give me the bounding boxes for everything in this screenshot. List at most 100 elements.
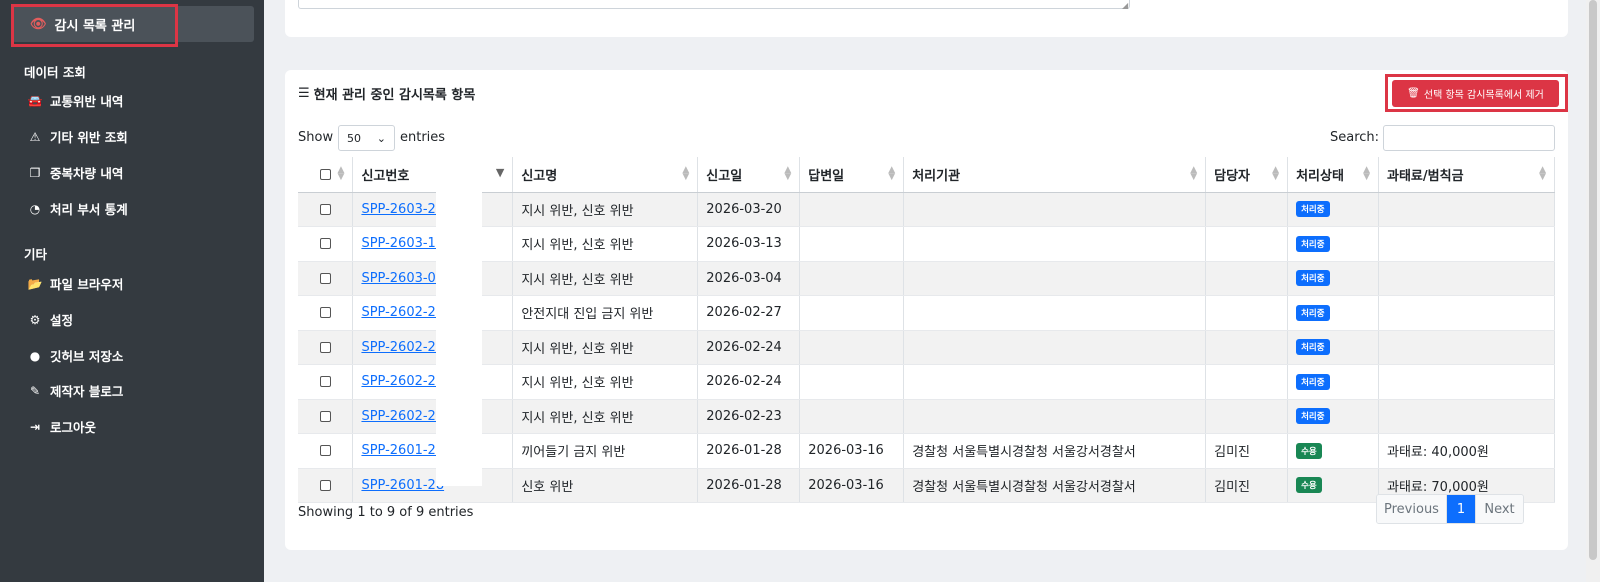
sidebar-item-stats[interactable]: ◔ 처리 부서 통계 [26, 199, 128, 218]
col-header-officer[interactable]: 담당자 ▲ ▼ [1205, 157, 1289, 193]
report-id-link[interactable]: SPP-2601-28 [361, 478, 444, 493]
sidebar-item-settings[interactable]: ⚙ 설정 [26, 310, 73, 329]
sidebar-item-logout[interactable]: ⇥ 로그아웃 [26, 417, 96, 436]
sort-desc-icon: ▼ [495, 166, 505, 179]
sidebar-item-watchlist[interactable]: 👁 감시 목록 관리 [12, 6, 254, 42]
status-cell: 처리중 [1287, 192, 1380, 227]
report-id-cell[interactable]: SPP-2602-27 [352, 295, 514, 331]
report-id-link[interactable]: SPP-2602-24 [361, 374, 444, 389]
report-date-cell: 2026-01-28 [697, 433, 801, 469]
search-input[interactable] [1383, 125, 1555, 151]
resize-grip-icon[interactable]: ◢ [1122, 1, 1128, 10]
reply-date-cell [799, 226, 905, 262]
report-id-cell[interactable]: SPP-2601-28 [352, 433, 514, 469]
col-header-name[interactable]: 신고명 ▲ ▼ [512, 157, 699, 193]
row-checkbox[interactable] [319, 445, 331, 457]
entries-label: entries [400, 130, 446, 145]
report-id-link[interactable]: SPP-2602-23 [361, 409, 444, 424]
row-checkbox[interactable] [319, 307, 331, 319]
status-badge: 처리중 [1296, 270, 1330, 287]
select-all-header[interactable]: ▲ ▼ [298, 157, 354, 193]
fine-cell [1378, 226, 1555, 262]
reply-date-cell [799, 295, 905, 331]
col-header-id[interactable]: 신고번호 ▼ [352, 157, 514, 193]
org-cell [903, 192, 1207, 227]
status-cell: 처리중 [1287, 364, 1380, 400]
row-checkbox[interactable] [319, 479, 331, 491]
row-checkbox[interactable] [319, 410, 331, 422]
select-all-checkbox[interactable] [319, 168, 331, 180]
remove-selected-button[interactable]: 🗑 선택 항목 감시목록에서 제거 [1392, 80, 1559, 107]
org-cell [903, 226, 1207, 262]
sidebar-item-traffic[interactable]: 🚘 교통위반 내역 [26, 91, 124, 110]
sidebar-item-blog[interactable]: ✎ 제작자 블로그 [26, 381, 123, 400]
col-header-status[interactable]: 처리상태 ▲ ▼ [1287, 157, 1380, 193]
page-length-select[interactable]: 50 ⌄ [338, 125, 395, 151]
report-id-cell[interactable]: SPP-2603-13 [352, 226, 514, 262]
report-id-cell[interactable]: SPP-2603-20 [352, 192, 514, 227]
officer-cell [1205, 364, 1289, 400]
report-name-cell: 지시 위반, 신호 위반 [512, 364, 699, 400]
sidebar-item-files[interactable]: 📂 파일 브라우저 [26, 274, 124, 293]
report-id-link[interactable]: SPP-2602-24 [361, 340, 444, 355]
row-checkbox[interactable] [319, 238, 331, 250]
status-cell: 처리중 [1287, 261, 1380, 296]
org-cell [903, 330, 1207, 365]
row-checkbox[interactable] [319, 203, 331, 215]
report-name-cell: 지시 위반, 신호 위반 [512, 261, 699, 296]
row-select-cell[interactable] [298, 433, 354, 469]
fine-cell [1378, 261, 1555, 296]
sidebar-item-other-violation[interactable]: ⚠ 기타 위반 조회 [26, 127, 128, 146]
row-select-cell[interactable] [298, 399, 354, 434]
table-header-row: ▲ ▼ 신고번호 ▼ 신고명 ▲ ▼ 신고일 ▲ ▼ 답변일 ▲ ▼ 처리기관 ▲ ▼ 담당자 ▲ ▼ … [298, 157, 1555, 193]
sidebar-item-github[interactable]: ● 깃허브 저장소 [26, 346, 124, 365]
report-id-cell[interactable]: SPP-2602-24 [352, 364, 514, 400]
sidebar-item-label: 제작자 블로그 [50, 384, 124, 399]
row-select-cell[interactable] [298, 261, 354, 296]
previous-page-button[interactable]: Previous [1377, 495, 1447, 523]
row-select-cell[interactable] [298, 295, 354, 331]
table-row: SPP-2603-13 지시 위반, 신호 위반 2026-03-13 처리중 [298, 226, 1555, 262]
status-badge: 처리중 [1296, 373, 1330, 390]
next-page-button[interactable]: Next [1475, 495, 1523, 523]
report-name-cell: 지시 위반, 신호 위반 [512, 226, 699, 262]
memo-textarea[interactable] [298, 0, 1130, 9]
folder-icon: 📂 [27, 276, 43, 291]
github-icon: ● [29, 348, 41, 363]
reply-date-cell [799, 364, 905, 400]
scrollbar[interactable] [1586, 0, 1600, 582]
row-select-cell[interactable] [298, 364, 354, 400]
report-date-cell: 2026-02-23 [697, 399, 801, 434]
row-select-cell[interactable] [298, 226, 354, 262]
report-id-cell[interactable]: SPP-2602-24 [352, 330, 514, 365]
row-select-cell[interactable] [298, 192, 354, 227]
row-select-cell[interactable] [298, 330, 354, 365]
row-checkbox[interactable] [319, 272, 331, 284]
officer-cell [1205, 261, 1289, 296]
col-header-reply[interactable]: 답변일 ▲ ▼ [799, 157, 905, 193]
report-id-link[interactable]: SPP-2602-27 [361, 305, 444, 320]
col-header-date[interactable]: 신고일 ▲ ▼ [697, 157, 801, 193]
row-checkbox[interactable] [319, 376, 331, 388]
table-row: SPP-2603-04 지시 위반, 신호 위반 2026-03-04 처리중 [298, 261, 1555, 296]
report-id-link[interactable]: SPP-2603-20 [361, 202, 444, 217]
report-id-link[interactable]: SPP-2603-04 [361, 271, 444, 286]
report-id-cell[interactable]: SPP-2602-23 [352, 399, 514, 434]
col-header-fine[interactable]: 과태료/범칙금 ▲ ▼ [1378, 157, 1555, 193]
sidebar-item-duplicate[interactable]: ❐ 중복차량 내역 [26, 163, 124, 182]
sidebar-item-label: 감시 목록 관리 [54, 18, 136, 34]
sidebar-item-label: 로그아웃 [50, 420, 97, 435]
status-badge: 처리중 [1296, 339, 1330, 356]
report-id-link[interactable]: SPP-2603-13 [361, 236, 444, 251]
report-id-cell[interactable]: SPP-2601-28 [352, 468, 514, 503]
col-header-org[interactable]: 처리기관 ▲ ▼ [903, 157, 1207, 193]
status-badge: 처리중 [1296, 235, 1330, 252]
scrollbar-thumb[interactable] [1589, 0, 1597, 560]
page-1-button[interactable]: 1 [1447, 495, 1475, 523]
table-row: SPP-2602-24 지시 위반, 신호 위반 2026-02-24 처리중 [298, 364, 1555, 400]
report-id-cell[interactable]: SPP-2603-04 [352, 261, 514, 296]
org-cell [903, 261, 1207, 296]
report-id-link[interactable]: SPP-2601-28 [361, 443, 444, 458]
row-checkbox[interactable] [319, 341, 331, 353]
row-select-cell[interactable] [298, 468, 354, 503]
